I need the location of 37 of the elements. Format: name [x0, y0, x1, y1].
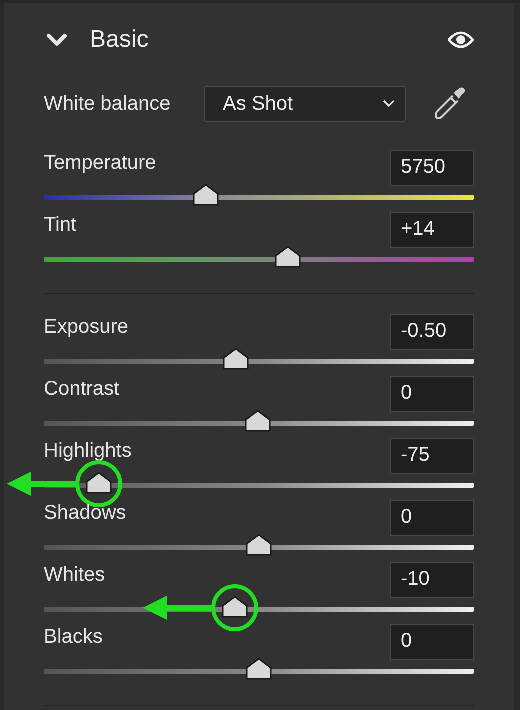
caret-icon: [383, 100, 395, 108]
chevron-icon[interactable]: [46, 32, 68, 48]
value-field[interactable]: +14: [390, 212, 474, 248]
value-field[interactable]: -75: [390, 438, 474, 474]
slider-label: Contrast: [44, 379, 120, 399]
slider-label: Exposure: [44, 317, 128, 337]
slider-label: Whites: [44, 565, 106, 585]
slider-track[interactable]: [44, 195, 474, 200]
panel-title: Basic: [90, 26, 150, 54]
slider-thumb[interactable]: [222, 596, 248, 618]
value-field[interactable]: 5750: [390, 150, 474, 186]
value-field[interactable]: 0: [390, 376, 474, 412]
slider-thumb[interactable]: [245, 410, 272, 432]
slider-label: Temperature: [44, 153, 156, 173]
slider-track[interactable]: [44, 545, 474, 550]
slider-thumb[interactable]: [246, 534, 272, 556]
slider-thumb[interactable]: [274, 246, 301, 268]
value-field[interactable]: -10: [390, 562, 474, 598]
value-field[interactable]: 0: [390, 624, 474, 660]
slider-track[interactable]: [44, 257, 474, 262]
eye-icon[interactable]: [448, 30, 474, 50]
slider-thumb[interactable]: [246, 658, 272, 680]
slider-track[interactable]: [44, 421, 474, 426]
slider-track[interactable]: [44, 359, 474, 364]
value-field[interactable]: -0.50: [390, 314, 474, 350]
value-field[interactable]: 0: [390, 500, 474, 536]
slider-thumb[interactable]: [86, 472, 112, 494]
slider-track[interactable]: [44, 669, 474, 674]
eyedropper-icon[interactable]: [432, 87, 466, 121]
preset-dropdown[interactable]: As Shot: [204, 86, 406, 122]
slider-label: Tint: [44, 215, 77, 235]
setting-label: White balance: [44, 92, 172, 116]
slider-label: Blacks: [44, 627, 103, 647]
slider-label: Highlights: [44, 441, 132, 461]
slider-thumb[interactable]: [223, 348, 250, 370]
slider-label: Shadows: [44, 503, 126, 523]
slider-thumb[interactable]: [193, 184, 220, 206]
